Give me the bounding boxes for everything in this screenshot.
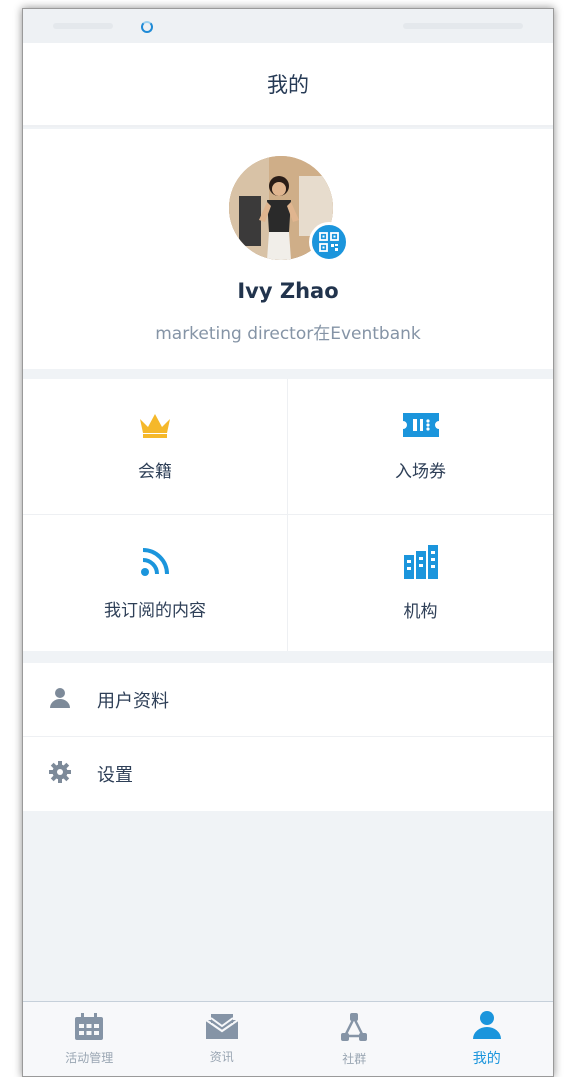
list-item-label: 设置 [97, 765, 133, 786]
avatar-container[interactable] [229, 156, 349, 262]
list-item-label: 用户资料 [97, 690, 169, 712]
settings-list: 用户资料 设置 [23, 663, 553, 811]
title-bar: 我的 [23, 43, 553, 127]
tab-me[interactable]: 我的 [421, 1002, 554, 1076]
grid-label: 机构 [403, 601, 438, 622]
profile-card[interactable]: Ivy Zhao marketing director在Eventbank [23, 129, 553, 369]
grid-item-membership[interactable]: 会籍 [23, 379, 288, 515]
tab-label: 资讯 [209, 1049, 234, 1064]
tab-label: 社群 [342, 1051, 367, 1066]
calendar-icon [74, 1012, 104, 1045]
user-icon [472, 1010, 502, 1044]
user-icon [49, 687, 71, 713]
list-item-user-profile[interactable]: 用户资料 [23, 663, 553, 737]
tab-community[interactable]: 社群 [288, 1002, 421, 1076]
grid-label: 我订阅的内容 [104, 600, 206, 621]
tab-event-management[interactable]: 活动管理 [23, 1002, 156, 1076]
grid-label: 入场券 [395, 462, 446, 482]
feature-grid: 会籍 入场券 我订阅的内容 机构 [23, 379, 553, 651]
grid-item-tickets[interactable]: 入场券 [288, 379, 553, 515]
grid-label: 会籍 [138, 462, 172, 482]
phone-screen: 我的 Ivy Zhao marketing director在Eventbank… [22, 8, 554, 1077]
qr-code-icon[interactable] [309, 222, 349, 262]
gear-icon [49, 761, 71, 787]
bottom-tab-bar: 活动管理 资讯 社群 我的 [23, 1001, 553, 1076]
tab-news[interactable]: 资讯 [156, 1002, 289, 1076]
user-job-title: marketing director在Eventbank [155, 324, 421, 344]
status-left-icons [53, 23, 113, 29]
status-bar [23, 9, 553, 43]
loading-icon [141, 21, 153, 33]
building-icon [403, 544, 438, 583]
tab-label: 我的 [472, 1051, 501, 1067]
mail-icon [205, 1013, 239, 1044]
ticket-icon [402, 411, 439, 443]
rss-icon [139, 546, 171, 582]
user-name: Ivy Zhao [237, 279, 339, 303]
network-icon [339, 1012, 369, 1046]
page-title: 我的 [267, 73, 309, 97]
tab-label: 活动管理 [65, 1050, 114, 1065]
list-item-settings[interactable]: 设置 [23, 737, 553, 811]
status-right-icons [403, 23, 523, 29]
grid-item-organization[interactable]: 机构 [288, 515, 553, 651]
grid-item-subscriptions[interactable]: 我订阅的内容 [23, 515, 288, 651]
crown-icon [138, 411, 172, 443]
